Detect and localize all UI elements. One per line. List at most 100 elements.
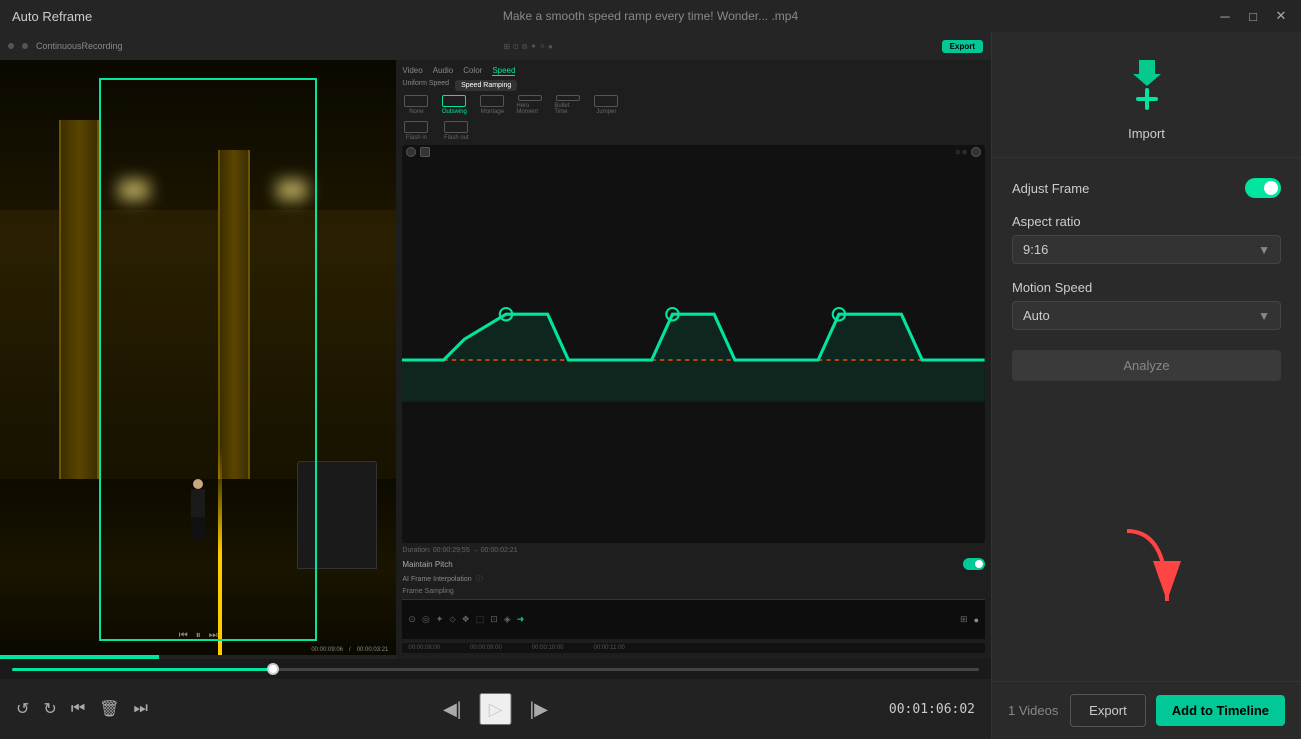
preset-jumper[interactable]: Jumper [592, 95, 620, 115]
app-name: Auto Reframe [12, 9, 92, 24]
timeline-tool-1[interactable]: ⊙ [408, 614, 416, 625]
delete-button[interactable]: 🗑 [99, 699, 119, 719]
person-figure [188, 479, 208, 539]
preset-outswing[interactable]: Outswing [440, 95, 468, 115]
timeline-tool-2[interactable]: ◎ [422, 614, 430, 625]
frame-fwd-button[interactable]: |▶ [530, 699, 549, 720]
progress-thumb[interactable] [267, 663, 279, 675]
toggle-thumb [1264, 181, 1278, 195]
speed-ramp-svg [402, 161, 985, 543]
timeline-tool-9[interactable]: ➜ [517, 614, 525, 625]
title-bar: Auto Reframe Make a smooth speed ramp ev… [0, 0, 1301, 32]
inner-skip-back[interactable]: ⏮ [179, 630, 188, 641]
inner-recording-label: ContinuousRecording [36, 41, 123, 51]
timeline-tool-4[interactable]: ⬦ [449, 614, 455, 625]
video-composite: ContinuousRecording ⊞ ⊙ ⊚ ✦ ✧ ● Export P… [0, 32, 991, 659]
preset-bullet-time[interactable]: Bullet Time [554, 95, 582, 115]
right-panel: Import Adjust Frame Aspect ratio 9:16 ▼ [991, 32, 1301, 739]
skip-end-button[interactable]: ⏭ [134, 700, 148, 718]
inner-dot-1 [8, 43, 14, 49]
motion-speed-value: Auto [1023, 308, 1050, 323]
close-button[interactable]: ✕ [1273, 8, 1289, 24]
settings-section: Adjust Frame Aspect ratio 9:16 ▼ Motion … [992, 158, 1301, 410]
graph-options-btn[interactable] [971, 147, 981, 157]
adjust-frame-toggle[interactable] [1245, 178, 1281, 198]
ai-frame-row: AI Frame Interpolation ⓘ [402, 574, 985, 584]
maintain-pitch-toggle[interactable] [963, 558, 985, 570]
duration-info: Duration: 00:00:29;55 → 00:00:02:21 [402, 547, 985, 554]
inner-timeline: ⊙ ◎ ✦ ⬦ ❖ ⬚ ⊡ ◈ ➜ ⊞ ● [402, 599, 985, 639]
bottom-action-bar: 1 Videos Export Add to Timeline [992, 681, 1301, 739]
import-label: Import [1128, 126, 1165, 141]
inner-pause[interactable]: ⏸ [196, 630, 201, 641]
timeline-tool-5[interactable]: ❖ [462, 614, 470, 625]
motion-speed-label: Motion Speed [1012, 280, 1281, 295]
inner-time-sep: / [349, 647, 351, 653]
file-title: Make a smooth speed ramp every time! Won… [503, 9, 798, 23]
inner-export-button[interactable]: Export [942, 40, 983, 53]
motion-speed-dropdown[interactable]: Auto ▼ [1012, 301, 1281, 330]
ruler-3: 00:00:11:00 [594, 645, 625, 651]
person-head [193, 479, 203, 489]
maintain-pitch-row: Maintain Pitch [402, 558, 985, 570]
maximize-button[interactable]: □ [1245, 8, 1261, 24]
flash-icons-row: Flash in Flash out [402, 121, 985, 141]
preset-montage[interactable]: Montage [478, 95, 506, 115]
progress-fill [12, 668, 273, 671]
undo-button[interactable]: ↺ [16, 699, 29, 719]
inner-editor: ContinuousRecording ⊞ ⊙ ⊚ ✦ ✧ ● Export P… [0, 32, 991, 659]
inner-skip-fwd[interactable]: ⏭ [209, 630, 218, 641]
add-to-timeline-button[interactable]: Add to Timeline [1156, 695, 1285, 726]
tab-video[interactable]: Video [402, 66, 422, 76]
light-2 [277, 180, 307, 200]
play-button[interactable]: ▷ [480, 693, 512, 725]
timeline-grid-btn[interactable]: ⊞ [960, 614, 968, 625]
minimize-button[interactable]: ─ [1217, 8, 1233, 24]
ai-frame-info-icon: ⓘ [476, 574, 483, 584]
aspect-ratio-chevron-icon: ▼ [1258, 243, 1270, 257]
import-section: Import [992, 32, 1301, 158]
progress-bar-container[interactable] [0, 659, 991, 679]
playback-controls: ↺ ↻ ⏮ 🗑 ⏭ ◀| ▷ |▶ 00:01:06:02 [0, 659, 991, 739]
tab-color[interactable]: Color [463, 66, 482, 76]
frame-back-button[interactable]: ◀| [443, 699, 462, 720]
uniform-speed-btn[interactable]: Uniform Speed [402, 80, 449, 91]
window-controls: ─ □ ✕ [1217, 8, 1289, 24]
preset-flash-in[interactable]: Flash in [402, 121, 430, 141]
aspect-ratio-label: Aspect ratio [1012, 214, 1281, 229]
speed-preset-row: None Outswing Montage [402, 95, 985, 115]
controls-row: ↺ ↻ ⏮ 🗑 ⏭ ◀| ▷ |▶ 00:01:06:02 [0, 679, 991, 739]
analyze-button[interactable]: Analyze [1012, 350, 1281, 381]
ruler-2: 00:00:10:00 [532, 645, 564, 651]
inner-top-bar: ContinuousRecording ⊞ ⊙ ⊚ ✦ ✧ ● Export [0, 32, 991, 60]
inner-speed-panel: Video Audio Color Speed Uniform Speed Sp… [396, 60, 991, 659]
timeline-tool-8[interactable]: ◈ [504, 614, 511, 625]
skip-start-button[interactable]: ⏮ [71, 700, 85, 718]
tab-audio[interactable]: Audio [433, 66, 453, 76]
export-button[interactable]: Export [1070, 694, 1146, 727]
preset-none[interactable]: None [402, 95, 430, 115]
tab-speed[interactable]: Speed [492, 66, 515, 76]
timeline-tool-3[interactable]: ✦ [436, 614, 444, 625]
ai-frame-label: AI Frame Interpolation [402, 576, 471, 583]
aspect-ratio-dropdown[interactable]: 9:16 ▼ [1012, 235, 1281, 264]
yellow-stripe [218, 449, 222, 659]
inner-time-current: 00:00:09:06 [311, 647, 343, 653]
video-player[interactable]: ContinuousRecording ⊞ ⊙ ⊚ ✦ ✧ ● Export P… [0, 32, 991, 659]
redo-button[interactable]: ↻ [43, 699, 56, 719]
timeline-tool-6[interactable]: ⬚ [476, 614, 485, 625]
parking-scene [0, 60, 396, 659]
inner-dot-2 [22, 43, 28, 49]
video-area: ContinuousRecording ⊞ ⊙ ⊚ ✦ ✧ ● Export P… [0, 32, 991, 739]
graph-dot-btn[interactable] [406, 147, 416, 157]
preset-hero-moment[interactable]: Hero Moment [516, 95, 544, 115]
progress-track[interactable] [12, 668, 979, 671]
timeline-tool-7[interactable]: ⊡ [490, 614, 498, 625]
aspect-ratio-block: Aspect ratio 9:16 ▼ [1012, 214, 1281, 264]
preset-flash-out[interactable]: Flash out [442, 121, 470, 141]
motion-speed-block: Motion Speed Auto ▼ [1012, 280, 1281, 330]
speed-ramping-btn[interactable]: Speed Ramping [455, 80, 517, 91]
graph-settings-btn[interactable] [420, 147, 430, 157]
inner-video-preview: Player Full Quality ▼ [0, 60, 396, 659]
aspect-ratio-value: 9:16 [1023, 242, 1048, 257]
